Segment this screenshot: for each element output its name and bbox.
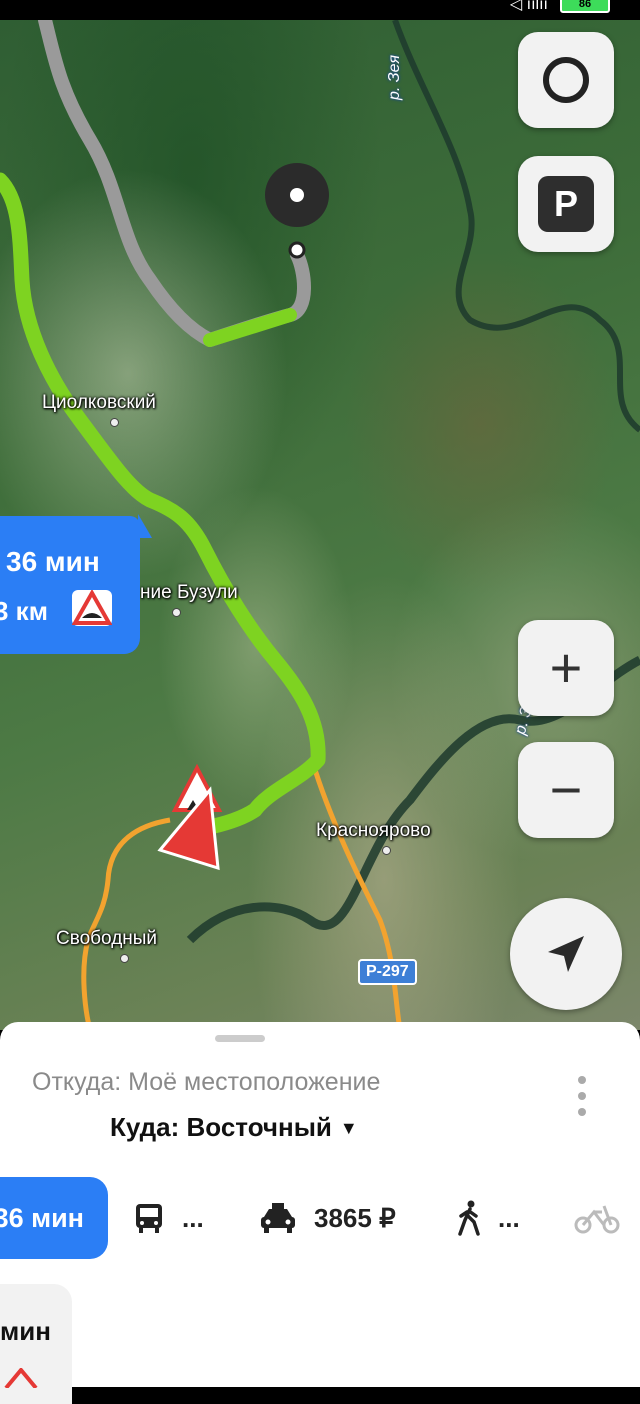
bus-icon: [136, 1204, 162, 1233]
route-option-card[interactable]: мин: [0, 1284, 72, 1404]
route-callout-time: 36 мин: [6, 546, 100, 577]
route-alternative[interactable]: [38, 20, 311, 347]
parking-button[interactable]: P: [518, 156, 614, 252]
route-callout-distance: 3 км: [0, 596, 48, 626]
status-icons: ◁ ıılıı 86: [510, 0, 610, 14]
destination-pin-dot: [290, 188, 304, 202]
route-alt-segment: [203, 308, 297, 347]
place-label-svobodny[interactable]: Свободный: [56, 928, 157, 950]
route-option-time: мин: [0, 1316, 51, 1346]
place-dot-tsiolkovsky: [110, 418, 119, 427]
my-location-button[interactable]: [510, 898, 622, 1010]
mode-car-time: 36 мин: [0, 1202, 84, 1233]
mode-scooter-tab[interactable]: [574, 1177, 620, 1259]
place-label-krasnoyarovo[interactable]: Красноярово: [316, 820, 431, 842]
plus-icon: +: [549, 636, 583, 699]
river-label-zeya-north: р. Зея: [386, 54, 403, 100]
mode-car-tab[interactable]: 36 мин: [0, 1177, 108, 1259]
battery-icon: 86: [560, 0, 610, 13]
zoom-out-button[interactable]: −: [518, 742, 614, 838]
walking-icon: [458, 1200, 480, 1236]
warning-triangle-icon: [4, 1366, 38, 1393]
place-dot-buzuli: [172, 608, 181, 617]
place-label-buzuli[interactable]: ние Бузули: [140, 582, 238, 604]
mode-bus-tab[interactable]: ...: [132, 1177, 204, 1259]
transport-modes: 36 мин ... 3865 ₽ ...: [0, 1177, 640, 1259]
route-callout[interactable]: 36 мин 3 км: [0, 514, 152, 654]
route-bottom-sheet[interactable]: Откуда: Моё местоположение Куда: Восточн…: [0, 1022, 640, 1404]
more-options-icon[interactable]: [578, 1076, 586, 1116]
route-active[interactable]: [0, 172, 326, 836]
map-view[interactable]: Циолковский ние Бузули Красноярово Свобо…: [0, 20, 640, 1030]
route-to[interactable]: Куда: Восточный ▼: [110, 1112, 358, 1143]
route-from[interactable]: Откуда: Моё местоположение: [32, 1068, 380, 1097]
mode-bus-value: ...: [182, 1202, 204, 1233]
parking-icon: P: [538, 176, 594, 232]
status-bar: ◁ ıılıı 86: [0, 0, 640, 20]
alice-button[interactable]: [518, 32, 614, 128]
road-badge-r297: Р-297: [358, 959, 417, 985]
road-bump-warning-icon: [71, 588, 113, 626]
navigation-arrow-icon: [548, 936, 584, 972]
minus-icon: −: [549, 758, 583, 821]
scooter-icon: [574, 1205, 620, 1234]
alice-icon: [543, 57, 589, 103]
mode-walk-value: ...: [498, 1202, 520, 1233]
taxi-icon: [261, 1203, 295, 1233]
route-to-label: Куда: Восточный: [110, 1112, 332, 1142]
dropdown-triangle-icon: ▼: [339, 1118, 358, 1138]
zoom-in-button[interactable]: +: [518, 620, 614, 716]
sheet-drag-handle[interactable]: [215, 1035, 265, 1042]
mode-taxi-tab[interactable]: 3865 ₽: [258, 1177, 396, 1259]
mode-taxi-price: 3865 ₽: [314, 1202, 396, 1233]
place-dot-krasnoyarovo: [382, 846, 391, 855]
road-svobodny: [81, 817, 171, 1030]
mode-walk-tab[interactable]: ...: [456, 1177, 520, 1259]
place-label-tsiolkovsky[interactable]: Циолковский: [42, 392, 156, 414]
signal-icon: ◁ ıılıı: [509, 0, 548, 13]
route-end-dot: [288, 241, 306, 259]
place-dot-svobodny: [120, 954, 129, 963]
